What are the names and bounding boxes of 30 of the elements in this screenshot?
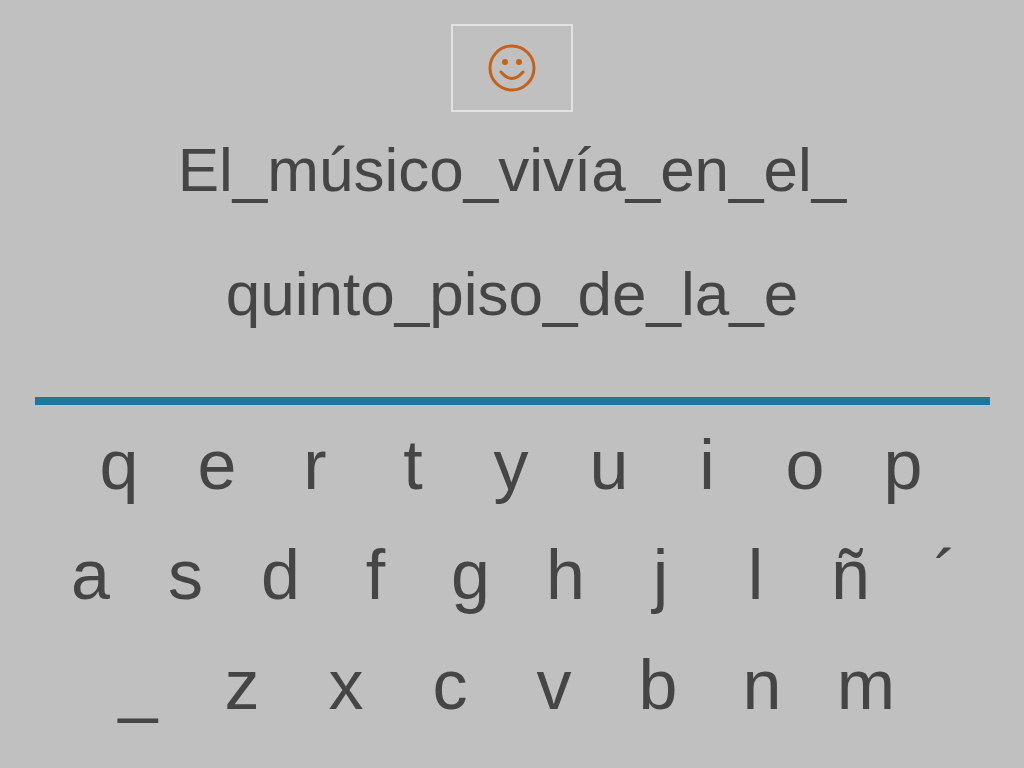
letter-key[interactable]: p bbox=[854, 425, 952, 505]
letter-key[interactable]: e bbox=[168, 425, 266, 505]
letter-key[interactable]: i bbox=[658, 425, 756, 505]
letter-key[interactable]: u bbox=[560, 425, 658, 505]
letter-key[interactable]: v bbox=[502, 645, 606, 725]
letter-key[interactable]: l bbox=[708, 535, 803, 615]
letter-key[interactable]: t bbox=[364, 425, 462, 505]
letter-key[interactable]: m bbox=[814, 645, 918, 725]
letter-key[interactable]: q bbox=[70, 425, 168, 505]
sentence-text: quinto_piso_de_la_e bbox=[225, 258, 799, 330]
smiley-icon bbox=[487, 43, 537, 93]
letter-key[interactable]: ´ bbox=[898, 535, 993, 615]
letter-key[interactable]: _ bbox=[86, 645, 190, 725]
letter-key[interactable]: f bbox=[328, 535, 423, 615]
letter-key[interactable]: y bbox=[462, 425, 560, 505]
letter-key[interactable]: n bbox=[710, 645, 814, 725]
letter-key[interactable]: g bbox=[423, 535, 518, 615]
letter-key[interactable]: o bbox=[756, 425, 854, 505]
letter-key[interactable]: s bbox=[138, 535, 233, 615]
letter-key[interactable]: d bbox=[233, 535, 328, 615]
letter-key[interactable]: c bbox=[398, 645, 502, 725]
letter-key[interactable]: z bbox=[190, 645, 294, 725]
letter-key[interactable]: ñ bbox=[803, 535, 898, 615]
letter-key[interactable]: h bbox=[518, 535, 613, 615]
sentence-text: El_músico_vivía_en_el_ bbox=[177, 134, 847, 206]
letter-key[interactable]: j bbox=[613, 535, 708, 615]
letter-key[interactable]: b bbox=[606, 645, 710, 725]
letter-key[interactable]: r bbox=[266, 425, 364, 505]
letter-key[interactable]: a bbox=[43, 535, 138, 615]
letter-key[interactable]: x bbox=[294, 645, 398, 725]
